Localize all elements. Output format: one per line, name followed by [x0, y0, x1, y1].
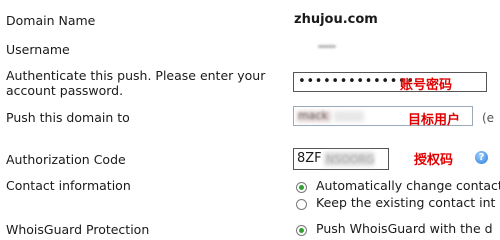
- authenticate-label-line1: Authenticate this push. Please enter you…: [6, 68, 266, 83]
- push-to-username-input[interactable]: mack 目标用户: [293, 106, 473, 128]
- contact-label: Contact information: [6, 178, 131, 193]
- password-masked-value: ••••••••••••••: [298, 74, 415, 89]
- whoisguard-push-label[interactable]: Push WhoisGuard with the d: [316, 221, 493, 236]
- contact-auto-change-label[interactable]: Automatically change contact: [316, 178, 500, 193]
- push-to-label: Push this domain to: [6, 110, 130, 125]
- authenticate-label-line2: account password.: [6, 83, 124, 98]
- push-to-blurred-value: mack: [298, 109, 328, 122]
- push-to-annotation: 目标用户: [408, 113, 461, 128]
- domain-name-value: zhujou.com: [294, 12, 378, 27]
- contact-auto-change-radio[interactable]: [296, 182, 307, 193]
- domain-name-label: Domain Name: [6, 13, 96, 28]
- push-to-trailing-text: (e: [482, 111, 495, 125]
- contact-keep-existing-label[interactable]: Keep the existing contact int: [316, 195, 495, 210]
- auth-code-label: Authorization Code: [6, 152, 126, 167]
- whoisguard-label: WhoisGuard Protection: [6, 222, 150, 237]
- whoisguard-push-radio[interactable]: [296, 225, 307, 236]
- contact-keep-existing-radio[interactable]: [296, 199, 307, 210]
- auth-code-visible-value: 8ZF: [297, 151, 322, 166]
- username-label: Username: [6, 42, 70, 57]
- auth-code-annotation: 授权码: [414, 153, 454, 168]
- auth-code-input[interactable]: 8ZF NSOORG: [293, 148, 389, 170]
- push-to-redaction-2: [334, 111, 364, 122]
- auth-code-blurred-value: NSOORG: [326, 153, 375, 166]
- question-help-icon[interactable]: ?: [475, 151, 488, 164]
- password-annotation: 账号密码: [400, 78, 453, 93]
- password-input[interactable]: •••••••••••••• 账号密码: [293, 72, 487, 93]
- username-value-redacted: [318, 45, 336, 48]
